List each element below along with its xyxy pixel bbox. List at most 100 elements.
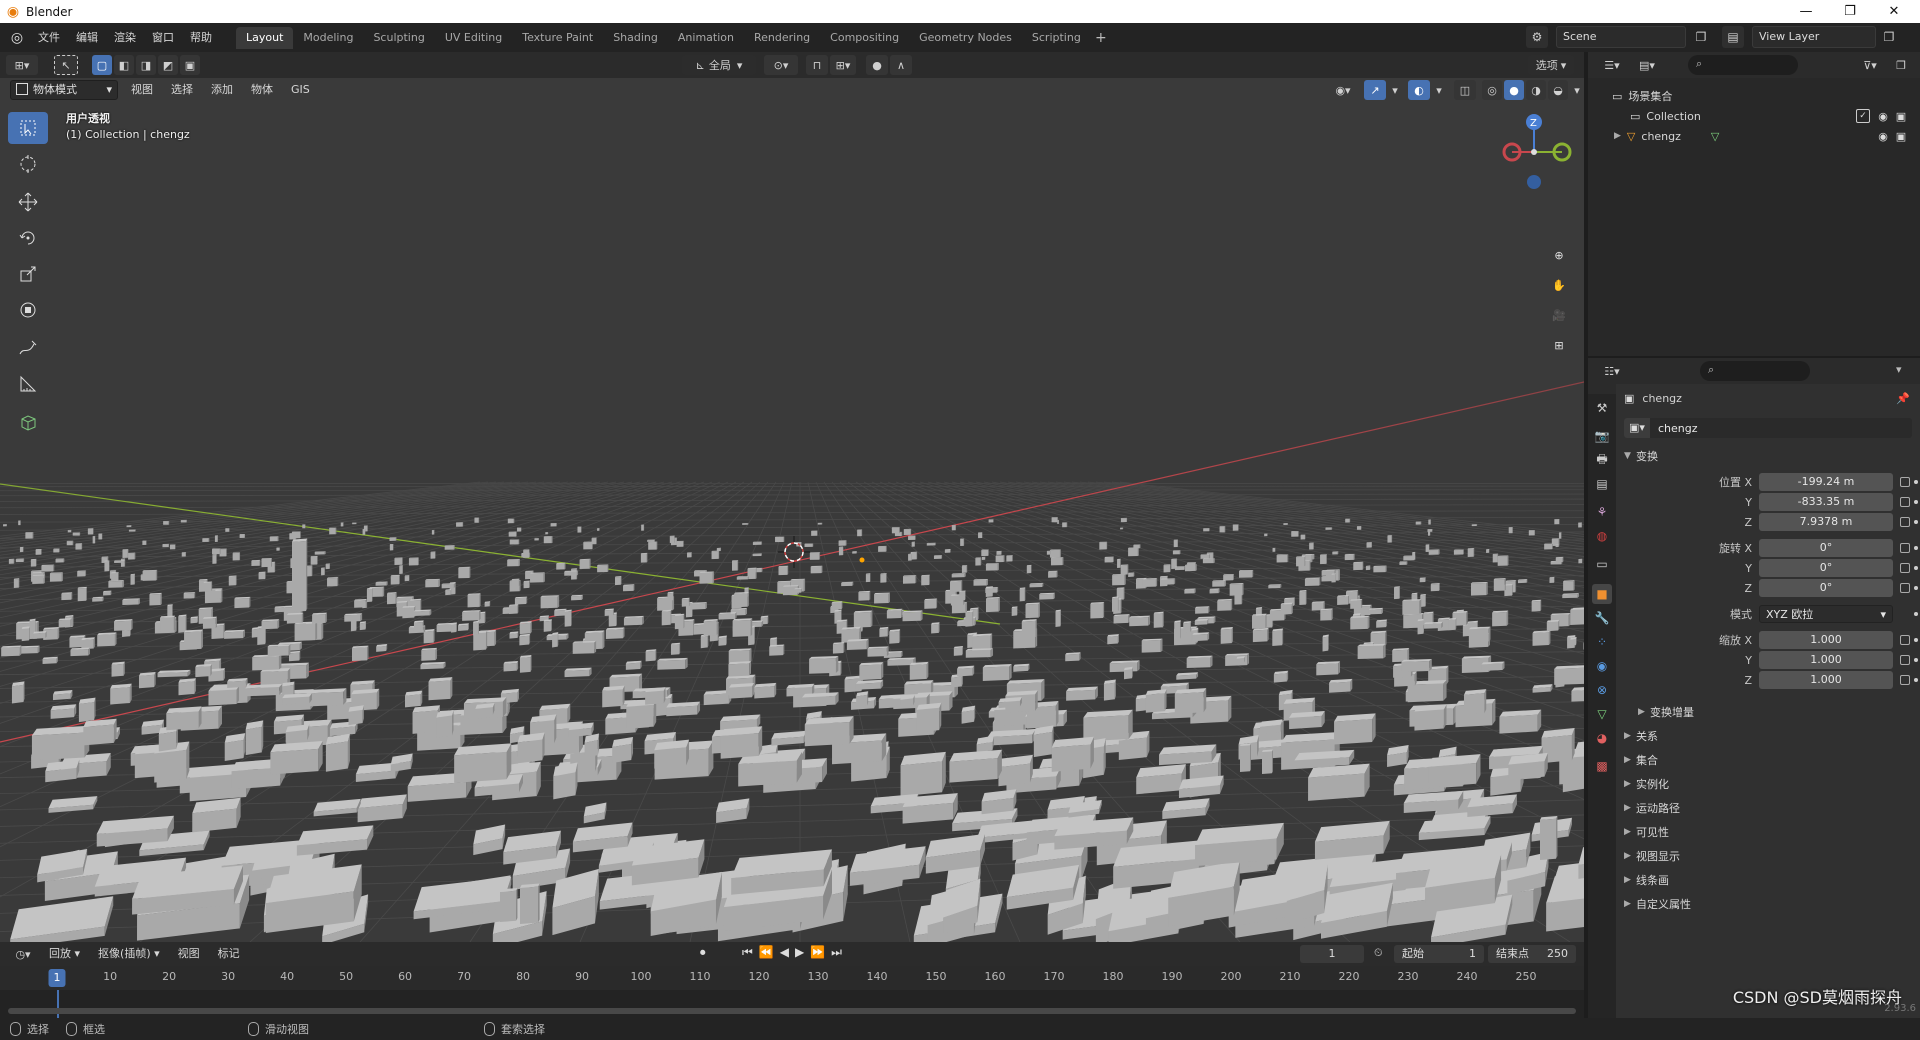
- exclude-checkbox[interactable]: ✓: [1856, 109, 1870, 123]
- lock-icon[interactable]: [1900, 477, 1910, 487]
- start-frame-field[interactable]: 起始 1: [1394, 945, 1484, 963]
- transform-tool-icon[interactable]: [8, 294, 48, 326]
- object-tab-icon[interactable]: ■: [1592, 584, 1612, 604]
- add-cube-tool-icon[interactable]: [8, 406, 48, 438]
- visibility-panel-header[interactable]: ▶ 可见性: [1624, 824, 1669, 840]
- select-extend-icon[interactable]: ◧: [114, 55, 134, 75]
- object-mode-select[interactable]: 物体模式 ▾: [10, 80, 118, 100]
- menu-edit[interactable]: 编辑: [68, 27, 106, 49]
- pan-hand-icon[interactable]: ✋: [1546, 272, 1572, 298]
- falloff-icon[interactable]: ∧: [890, 55, 912, 75]
- tool-tab-icon[interactable]: ⚒: [1592, 398, 1612, 418]
- 3d-viewport[interactable]: ⊞▾ ↖ ▢ ◧ ◨ ◩ ▣ ⊾ 全局 ▾ ⊙▾ ⊓ ⊞▾ ● ∧ 选项 ▾ 物…: [0, 52, 1584, 942]
- timeline-ruler[interactable]: 1 10 20 30 40 50 60 70 80 90 100 110 120 130 140 150 160…: [0, 966, 1584, 990]
- wireframe-shading-icon[interactable]: ◎: [1482, 80, 1502, 100]
- tab-texture-paint[interactable]: Texture Paint: [512, 27, 603, 49]
- tab-sculpting[interactable]: Sculpting: [363, 27, 434, 49]
- select-invert-icon[interactable]: ◩: [158, 55, 178, 75]
- overlays-toggle-icon[interactable]: ◐: [1408, 80, 1430, 100]
- editor-type-icon[interactable]: ⊞▾: [6, 55, 38, 75]
- menu-marker[interactable]: 标记: [209, 944, 249, 964]
- chevron-down-icon[interactable]: ▾: [1388, 80, 1402, 100]
- tab-modeling[interactable]: Modeling: [293, 27, 363, 49]
- record-icon[interactable]: ⏺: [700, 946, 706, 960]
- move-tool-icon[interactable]: [8, 186, 48, 218]
- outliner-editor-type-icon[interactable]: ☰▾: [1598, 55, 1626, 75]
- constraints-tab-icon[interactable]: ⊗: [1592, 680, 1612, 700]
- rotation-mode-select[interactable]: XYZ 欧拉 ▾: [1759, 605, 1893, 623]
- preview-range-icon[interactable]: ⏲: [1374, 946, 1383, 960]
- chevron-down-icon[interactable]: ▾: [1896, 363, 1902, 376]
- mesh-data-icon[interactable]: ▽: [1711, 130, 1719, 143]
- close-button[interactable]: ✕: [1872, 0, 1916, 23]
- menu-render[interactable]: 渲染: [106, 27, 144, 49]
- menu-select[interactable]: 选择: [162, 80, 202, 100]
- solid-shading-icon[interactable]: ●: [1504, 80, 1524, 100]
- modifier-tab-icon[interactable]: 🔧: [1592, 608, 1612, 628]
- snap-toggle-icon[interactable]: ⊓: [806, 55, 828, 75]
- new-view-layer-icon[interactable]: ❐: [1878, 26, 1900, 48]
- timeline-body[interactable]: [0, 990, 1584, 1018]
- keyframe-dot-icon[interactable]: [1914, 520, 1918, 524]
- select-tool-icon[interactable]: ↖: [54, 55, 78, 75]
- menu-object[interactable]: 物体: [242, 80, 282, 100]
- keyframe-dot-icon[interactable]: [1914, 500, 1918, 504]
- motion-paths-panel-header[interactable]: ▶ 运动路径: [1624, 800, 1680, 816]
- rotation-x-field[interactable]: 0°: [1759, 539, 1893, 557]
- camera-view-icon[interactable]: 🎥: [1546, 302, 1572, 328]
- location-z-field[interactable]: 7.9378 m: [1759, 513, 1893, 531]
- proportional-edit-icon[interactable]: ●: [866, 55, 888, 75]
- expand-arrow-icon[interactable]: ▶: [1614, 131, 1621, 141]
- pin-icon[interactable]: 📌: [1896, 392, 1910, 405]
- keyframe-dot-icon[interactable]: [1914, 678, 1918, 682]
- lock-icon[interactable]: [1900, 655, 1910, 665]
- display-mode-icon[interactable]: ▤▾: [1634, 55, 1660, 75]
- particles-tab-icon[interactable]: ⁘: [1592, 632, 1612, 652]
- output-tab-icon[interactable]: 🖶: [1592, 450, 1612, 470]
- chevron-down-icon[interactable]: ▾: [1570, 80, 1584, 100]
- filter-icon[interactable]: ⊽▾: [1856, 55, 1884, 75]
- rotate-tool-icon[interactable]: [8, 222, 48, 254]
- lock-icon[interactable]: [1900, 543, 1910, 553]
- menu-timeline-view[interactable]: 视图: [169, 944, 209, 964]
- new-collection-icon[interactable]: ❐: [1890, 55, 1912, 75]
- eye-icon[interactable]: ◉: [1876, 129, 1890, 143]
- tab-animation[interactable]: Animation: [668, 27, 744, 49]
- location-x-field[interactable]: -199.24 m: [1759, 473, 1893, 491]
- orientation-select[interactable]: ⊾ 全局 ▾: [682, 55, 756, 75]
- zoom-icon[interactable]: ⊕: [1546, 242, 1572, 268]
- physics-tab-icon[interactable]: ◉: [1592, 656, 1612, 676]
- custom-properties-panel-header[interactable]: ▶ 自定义属性: [1624, 896, 1691, 912]
- new-scene-icon[interactable]: ❐: [1690, 26, 1712, 48]
- measure-tool-icon[interactable]: [8, 368, 48, 400]
- view-layer-tab-icon[interactable]: ▤: [1592, 474, 1612, 494]
- line-art-panel-header[interactable]: ▶ 线条画: [1624, 872, 1669, 888]
- minimize-button[interactable]: —: [1784, 0, 1828, 23]
- outliner-item-collection[interactable]: ▭ Collection ✓ ◉ ▣: [1588, 106, 1920, 126]
- eye-icon[interactable]: ◉: [1876, 109, 1890, 123]
- menu-help[interactable]: 帮助: [182, 27, 220, 49]
- view-layer-selector[interactable]: View Layer: [1752, 26, 1876, 48]
- annotate-tool-icon[interactable]: [8, 332, 48, 364]
- properties-search-input[interactable]: ⌕: [1700, 361, 1810, 381]
- playhead-frame-badge[interactable]: 1: [48, 969, 66, 987]
- instancing-panel-header[interactable]: ▶ 实例化: [1624, 776, 1669, 792]
- scene-selector[interactable]: Scene: [1556, 26, 1686, 48]
- select-subtract-icon[interactable]: ◨: [136, 55, 156, 75]
- select-intersect-icon[interactable]: ▣: [180, 55, 200, 75]
- cursor-tool-icon[interactable]: [8, 148, 48, 180]
- viewport-display-panel-header[interactable]: ▶ 视图显示: [1624, 848, 1680, 864]
- gizmo-toggle-icon[interactable]: ↗: [1364, 80, 1386, 100]
- lock-icon[interactable]: [1900, 517, 1910, 527]
- menu-keying[interactable]: 抠像(插帧) ▾: [89, 944, 169, 964]
- xray-toggle-icon[interactable]: ◫: [1454, 80, 1476, 100]
- gizmo-neg-z-icon[interactable]: [1527, 175, 1541, 189]
- keyframe-dot-icon[interactable]: [1914, 566, 1918, 570]
- object-browse-icon[interactable]: ▣▾: [1624, 418, 1650, 438]
- menu-playback[interactable]: 回放 ▾: [40, 944, 89, 964]
- tab-uv-editing[interactable]: UV Editing: [435, 27, 512, 49]
- world-tab-icon[interactable]: ◍: [1592, 526, 1612, 546]
- end-frame-field[interactable]: 结束点 250: [1488, 945, 1576, 963]
- visibility-eye-icon[interactable]: ◉▾: [1328, 80, 1358, 100]
- options-dropdown[interactable]: 选项 ▾: [1528, 55, 1574, 75]
